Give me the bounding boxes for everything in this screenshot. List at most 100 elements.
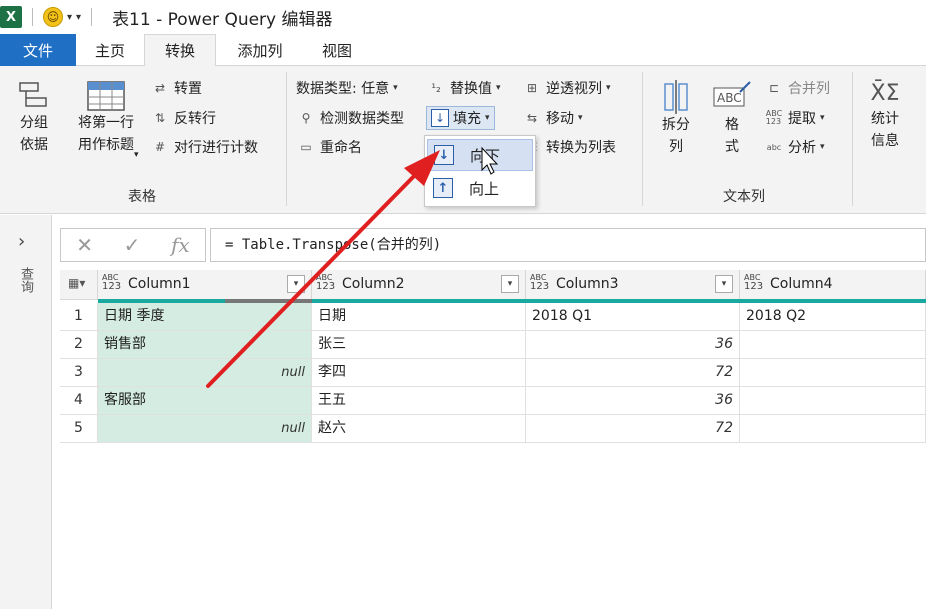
formula-input[interactable]: = Table.Transpose(合并的列) (210, 228, 926, 262)
column-name: Column4 (770, 276, 833, 292)
arrow-down-icon: ↓ (434, 145, 454, 165)
excel-icon: X (0, 6, 22, 28)
queries-pane[interactable]: › 查询 (0, 215, 52, 609)
fill-down-menu-item[interactable]: ↓ 向下 (427, 139, 533, 171)
column-filter-dropdown-icon[interactable]: ▾ (715, 275, 733, 293)
table-icon: ▦▾ (68, 276, 86, 290)
table-cell[interactable]: 张三 (312, 331, 526, 359)
split-column-icon (664, 80, 688, 114)
tab-home[interactable]: 主页 (78, 34, 142, 66)
quick-access-dropdown-icon[interactable]: ▾ (67, 12, 72, 23)
cancel-icon[interactable]: ✕ (76, 233, 93, 257)
group-divider (642, 72, 643, 206)
table-headers-icon (87, 81, 125, 111)
fill-label: 填充 (453, 111, 481, 127)
customize-toolbar-icon[interactable]: ▾ (76, 12, 81, 23)
unpivot-columns-button[interactable]: ⊞ 逆透视列 ▾ (522, 76, 611, 100)
parse-label: 分析 (788, 140, 816, 156)
unpivot-label: 逆透视列 (546, 81, 602, 97)
formula-bar: ✕ ✓ fx = Table.Transpose(合并的列) (60, 228, 926, 262)
queries-pane-label: 查询 (18, 267, 33, 293)
merge-columns-button[interactable]: ⊏ 合并列 (764, 76, 830, 100)
fill-up-menu-item[interactable]: ↑ 向上 (427, 172, 533, 204)
column-header-1[interactable]: ABC 123 Column1 ▾ (98, 270, 312, 300)
column-header-4[interactable]: ABC 123 Column4 (740, 270, 926, 300)
use-first-row-label: 将第一行 用作标题 (78, 115, 134, 153)
smiley-feedback-icon[interactable]: ☺ (43, 7, 63, 27)
table-cell[interactable] (740, 387, 926, 415)
table-cell[interactable]: 赵六 (312, 415, 526, 443)
use-first-row-as-headers-button[interactable]: 将第一行 用作标题 (66, 80, 146, 156)
fx-icon[interactable]: fx (171, 233, 190, 257)
table-cell[interactable] (740, 415, 926, 443)
table-cell[interactable]: null (98, 415, 312, 443)
column-header-2[interactable]: ABC 123 Column2 ▾ (312, 270, 526, 300)
column-filter-dropdown-icon[interactable]: ▾ (501, 275, 519, 293)
replace-values-button[interactable]: ¹₂ 替换值 ▾ (426, 76, 500, 100)
format-button[interactable]: ABC 格 式 (710, 80, 754, 158)
count-rows-button[interactable]: # 对行进行计数 (150, 135, 258, 159)
tab-file[interactable]: 文件 (0, 34, 76, 66)
move-icon: ⇆ (526, 111, 538, 125)
parse-button[interactable]: abc 分析 ▾ (764, 135, 825, 159)
table-cell[interactable]: 王五 (312, 387, 526, 415)
format-label: 格 式 (725, 117, 739, 155)
transpose-button[interactable]: ⇄ 转置 (150, 76, 202, 100)
move-button[interactable]: ⇆ 移动 ▾ (522, 106, 583, 130)
table-cell[interactable]: null (98, 359, 312, 387)
chevron-down-icon: ▾ (820, 113, 825, 123)
rename-button[interactable]: ▭ 重命名 (296, 135, 362, 159)
convert-to-list-button[interactable]: ☰ 转换为列表 (522, 135, 616, 159)
type-any-icon: ABC 123 (744, 273, 764, 292)
split-column-button[interactable]: 拆分 列 (652, 80, 700, 158)
extract-button[interactable]: ABC 123 提取 ▾ (764, 106, 825, 130)
fill-button[interactable]: ↓ 填充 ▾ (426, 106, 495, 130)
detect-type-label: 检测数据类型 (320, 111, 404, 127)
table-cell[interactable]: 2018 Q1 (526, 303, 740, 331)
table-cell[interactable]: 日期 (312, 303, 526, 331)
split-column-label: 拆分 列 (662, 117, 690, 155)
table-group-label: 表格 (128, 189, 156, 205)
titlebar-divider (91, 8, 93, 26)
reverse-rows-label: 反转行 (174, 111, 216, 127)
table-cell[interactable] (740, 359, 926, 387)
column-name: Column3 (556, 276, 619, 292)
group-by-button[interactable]: 分组 依据 (12, 80, 56, 156)
statistics-button[interactable]: X̄Σ 统计 信息 (860, 80, 910, 152)
tab-transform[interactable]: 转换 (144, 34, 216, 67)
chevron-right-icon[interactable]: › (18, 231, 25, 252)
table-cell[interactable]: 36 (526, 331, 740, 359)
table-cell[interactable]: 72 (526, 359, 740, 387)
tab-add-column[interactable]: 添加列 (220, 34, 300, 66)
chevron-down-icon: ▾ (578, 113, 583, 123)
title-bar: X ☺ ▾ ▾ 表11 - Power Query 编辑器 (0, 0, 926, 34)
data-type-label: 数据类型: 任意 (296, 81, 390, 97)
detect-data-type-button[interactable]: ⚲ 检测数据类型 (296, 106, 404, 130)
table-menu-header[interactable]: ▦▾ (60, 270, 98, 300)
table-cell[interactable]: 李四 (312, 359, 526, 387)
ribbon-tabs: 文件 主页 转换 添加列 视图 (0, 34, 926, 67)
replace-values-icon: ¹₂ (431, 81, 441, 95)
column-header-3[interactable]: ABC 123 Column3 ▾ (526, 270, 740, 300)
fill-down-icon: ↓ (431, 109, 449, 127)
window-title: 表11 - Power Query 编辑器 (112, 9, 333, 30)
reverse-rows-icon: ⇅ (154, 111, 166, 125)
table-cell[interactable]: 72 (526, 415, 740, 443)
table-cell[interactable] (740, 331, 926, 359)
table-cell[interactable]: 日期 季度 (98, 303, 312, 331)
data-type-dropdown[interactable]: 数据类型: 任意 ▾ (296, 76, 398, 100)
extract-label: 提取 (788, 111, 816, 127)
row-number: 1 (60, 303, 98, 331)
format-text-icon: ABC (713, 81, 751, 107)
row-number: 4 (60, 387, 98, 415)
column-filter-dropdown-icon[interactable]: ▾ (287, 275, 305, 293)
row-number: 5 (60, 415, 98, 443)
table-cell[interactable]: 36 (526, 387, 740, 415)
table-cell[interactable]: 销售部 (98, 331, 312, 359)
tab-view[interactable]: 视图 (304, 34, 370, 66)
rename-label: 重命名 (320, 140, 362, 156)
table-cell[interactable]: 客服部 (98, 387, 312, 415)
reverse-rows-button[interactable]: ⇅ 反转行 (150, 106, 216, 130)
confirm-icon[interactable]: ✓ (124, 233, 141, 257)
table-cell[interactable]: 2018 Q2 (740, 303, 926, 331)
